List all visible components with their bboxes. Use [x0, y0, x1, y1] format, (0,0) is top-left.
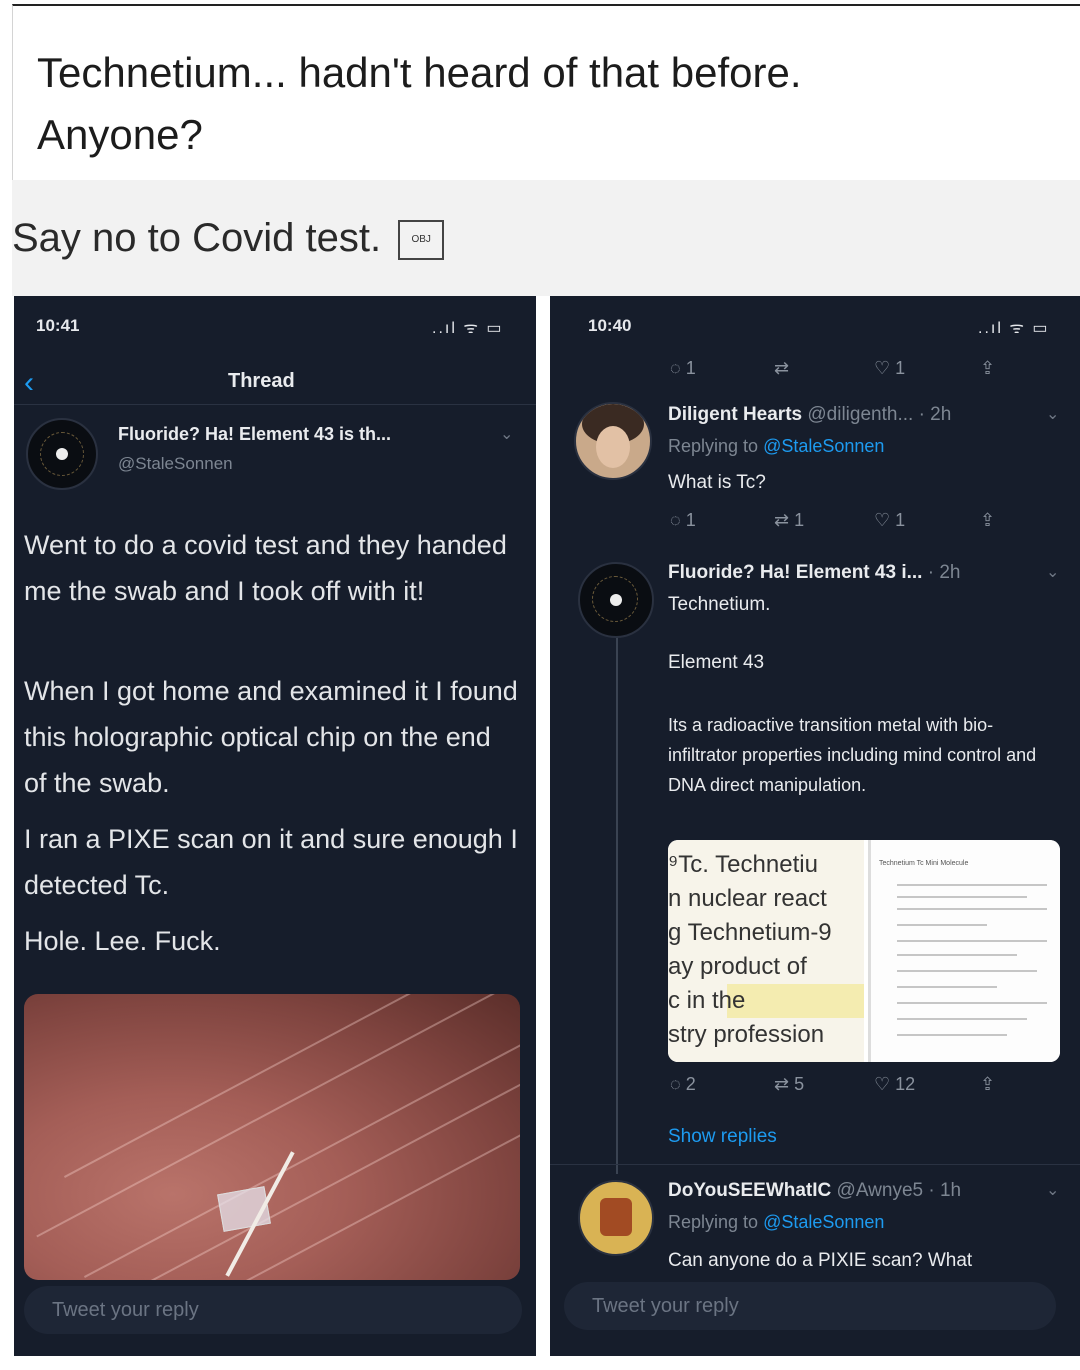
- tweet-text-2: When I got home and examined it I found …: [24, 676, 518, 798]
- reply1-handle[interactable]: @diligenth...: [807, 404, 913, 425]
- reply3-text: Can anyone do a PIXIE scan? What: [668, 1250, 973, 1271]
- tweet-text-1: Went to do a covid test and they handed …: [24, 530, 507, 606]
- reply1-time: · 2h: [918, 404, 952, 425]
- retweet-icon[interactable]: ⇄: [774, 358, 789, 379]
- reply3-handle[interactable]: @Awnye5: [837, 1180, 924, 1201]
- like-icon[interactable]: ♡ 1: [874, 358, 905, 379]
- diligent-hearts-avatar[interactable]: [574, 402, 652, 480]
- reply2-text-2: Element 43: [668, 652, 765, 673]
- left-phone-screenshot: 10:41 ..ıl ᯤ ▭ ‹ Thread Fluoride? Ha! El…: [14, 296, 536, 1356]
- technetium-text-excerpt: ⁹Tc. Technetiu n nuclear react g Technet…: [668, 840, 864, 1062]
- reply1-header: Diligent Hearts @diligenth... · 2h: [668, 404, 951, 426]
- reply3-name[interactable]: DoYouSEEWhatIC: [668, 1180, 831, 1201]
- show-replies-link[interactable]: Show replies: [668, 1126, 777, 1148]
- like-icon[interactable]: ♡ 1: [874, 510, 905, 531]
- thread-title: Thread: [228, 370, 295, 392]
- caption-line-1: Technetium... hadn't heard of that befor…: [37, 49, 802, 96]
- chevron-down-icon[interactable]: ⌄: [500, 424, 513, 444]
- share-icon[interactable]: ⇪: [980, 358, 995, 379]
- reply3-time: · 1h: [928, 1180, 962, 1201]
- header-divider: [14, 404, 536, 405]
- reply2-time: · 2h: [927, 562, 961, 583]
- reply1-name[interactable]: Diligent Hearts: [668, 404, 802, 425]
- doyouseewhatic-avatar[interactable]: [578, 1180, 654, 1256]
- reply3-replying: Replying to @StaleSonnen: [668, 1212, 885, 1232]
- status-icons: ..ıl ᯤ ▭: [432, 320, 504, 337]
- chevron-down-icon[interactable]: ⌄: [1046, 562, 1059, 582]
- reply1-mention[interactable]: @StaleSonnen: [763, 436, 884, 456]
- swab-chip-photo[interactable]: [24, 994, 520, 1280]
- repost-caption: Say no to Covid test. OBJ: [12, 216, 445, 261]
- tweet-reply-input[interactable]: Tweet your reply: [24, 1286, 522, 1334]
- reply2-text-1: Technetium.: [668, 594, 771, 615]
- technetium-image-card[interactable]: ⁹Tc. Technetiu n nuclear react g Technet…: [668, 840, 1060, 1062]
- reply1-replying: Replying to @StaleSonnen: [668, 436, 885, 456]
- reply1-actions: ◌ 1 ⇄ 1 ♡ 1 ⇪: [670, 510, 1030, 536]
- reply2-actions: ◌ 2 ⇄ 5 ♡ 12 ⇪: [670, 1074, 1030, 1100]
- author-handle[interactable]: @StaleSonnen: [118, 454, 233, 474]
- retweet-icon[interactable]: ⇄ 5: [774, 1074, 804, 1095]
- reply1-text: What is Tc?: [668, 472, 766, 493]
- tweet-reply-input[interactable]: Tweet your reply: [564, 1282, 1056, 1330]
- status-time: 10:41: [36, 316, 80, 335]
- post-caption: Technetium... hadn't heard of that befor…: [37, 42, 1037, 166]
- share-icon[interactable]: ⇪: [980, 1074, 995, 1095]
- thread-connector: [616, 634, 618, 1174]
- fluoride-avatar[interactable]: [578, 562, 654, 638]
- reply2-text-3: Its a radioactive transition metal with …: [668, 715, 1037, 795]
- tweet-text-4: Hole. Lee. Fuck.: [24, 926, 221, 956]
- retweet-icon[interactable]: ⇄ 1: [774, 510, 804, 531]
- right-phone-screenshot: 10:40 ..ıl ᯤ ▭ ◌ 1 ⇄ ♡ 1 ⇪ Diligent Hear…: [550, 296, 1080, 1356]
- technetium-document-thumbnail: Technetium Tc Mini Molecule: [868, 840, 1060, 1062]
- divider: [550, 1164, 1080, 1165]
- status-time: 10:40: [588, 316, 632, 335]
- post-card: Technetium... hadn't heard of that befor…: [12, 4, 1080, 180]
- repost-text: Say no to Covid test.: [12, 216, 382, 260]
- tweet-text-3: I ran a PIXE scan on it and sure enough …: [24, 824, 518, 900]
- caption-line-2: Anyone?: [37, 111, 203, 158]
- top-tweet-actions: ◌ 1 ⇄ ♡ 1 ⇪: [670, 358, 1030, 384]
- object-emoji-icon: OBJ: [398, 220, 445, 261]
- reply-icon[interactable]: ◌ 1: [670, 358, 696, 379]
- reply2-name[interactable]: Fluoride? Ha! Element 43 i...: [668, 562, 922, 583]
- reply3-mention[interactable]: @StaleSonnen: [763, 1212, 884, 1232]
- chevron-down-icon[interactable]: ⌄: [1046, 404, 1059, 424]
- reply-icon[interactable]: ◌ 2: [670, 1074, 696, 1095]
- reply3-header: DoYouSEEWhatIC @Awnye5 · 1h: [668, 1180, 961, 1202]
- share-icon[interactable]: ⇪: [980, 510, 995, 531]
- reply-icon[interactable]: ◌ 1: [670, 510, 696, 531]
- author-name[interactable]: Fluoride? Ha! Element 43 is th...: [118, 424, 391, 445]
- author-avatar[interactable]: [26, 418, 98, 490]
- reply2-header: Fluoride? Ha! Element 43 i... · 2h: [668, 562, 960, 584]
- like-icon[interactable]: ♡ 12: [874, 1074, 915, 1095]
- status-icons: ..ıl ᯤ ▭: [978, 320, 1050, 337]
- chevron-down-icon[interactable]: ⌄: [1046, 1180, 1059, 1200]
- back-chevron-icon[interactable]: ‹: [24, 366, 34, 400]
